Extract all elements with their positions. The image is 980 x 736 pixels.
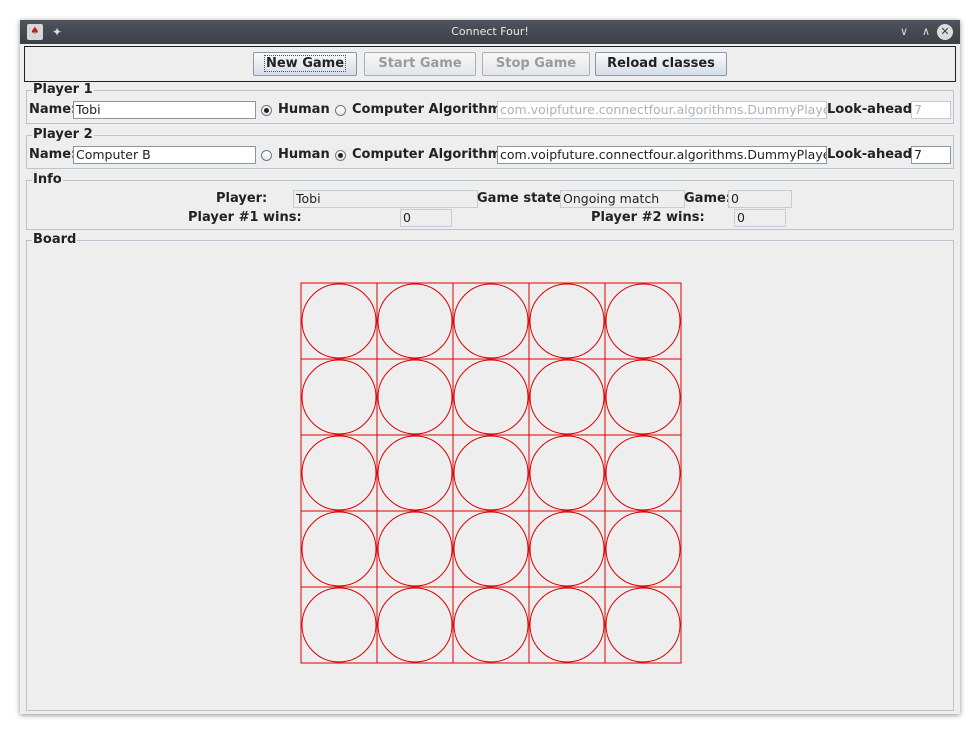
board-slot: [301, 283, 377, 359]
board-slot: [377, 283, 453, 359]
board-slot: [301, 359, 377, 435]
info-panel: Info Player: Tobi Game state: Ongoing ma…: [26, 173, 954, 230]
board-cell[interactable]: [376, 510, 454, 588]
board-cell[interactable]: [376, 358, 454, 436]
player2-lookahead-label: Look-ahead:: [827, 147, 918, 162]
board-slot: [529, 511, 605, 587]
board-slot: [453, 359, 529, 435]
player2-algorithm-input[interactable]: com.voipfuture.connectfour.algorithms.Du…: [497, 146, 827, 164]
board-slot: [301, 587, 377, 663]
info-legend: Info: [32, 172, 63, 187]
info-player-value: Tobi: [293, 190, 478, 208]
board-cell[interactable]: [300, 434, 378, 512]
board-slot: [377, 359, 453, 435]
player1-computer-label[interactable]: Computer Algorithm:: [352, 101, 506, 119]
board-cell[interactable]: [604, 358, 682, 436]
info-player-label: Player:: [216, 191, 268, 206]
board-cell[interactable]: [604, 586, 682, 664]
window-title: Connect Four!: [451, 25, 529, 38]
info-p2-wins-label: Player #2 wins:: [591, 210, 705, 225]
new-game-button[interactable]: New Game: [253, 52, 357, 76]
board-cell[interactable]: [376, 586, 454, 664]
player1-computer-radio[interactable]: [335, 105, 346, 116]
board-cell[interactable]: [452, 510, 530, 588]
board-slot: [529, 587, 605, 663]
board-slot: [301, 511, 377, 587]
board-cell[interactable]: [452, 434, 530, 512]
board-cell[interactable]: [604, 434, 682, 512]
board-slot: [529, 359, 605, 435]
board-cell[interactable]: [300, 282, 378, 360]
player2-name-label: Name:: [29, 147, 77, 162]
board-cell[interactable]: [528, 586, 606, 664]
info-game-state-label: Game state:: [477, 191, 567, 206]
start-game-button[interactable]: Start Game: [364, 52, 476, 76]
player2-computer-radio[interactable]: [335, 150, 346, 161]
board-cell[interactable]: [604, 510, 682, 588]
board-slot: [453, 587, 529, 663]
board-slot: [605, 435, 681, 511]
board-slot: [529, 435, 605, 511]
board-slot: [377, 511, 453, 587]
title-bar: ♠ ✦ Connect Four! ∨ ∧ ✕: [20, 20, 960, 44]
board-cell[interactable]: [528, 510, 606, 588]
player2-legend: Player 2: [32, 127, 94, 142]
board-cell[interactable]: [452, 282, 530, 360]
player1-lookahead-label: Look-ahead:: [827, 102, 918, 117]
board-cell[interactable]: [300, 510, 378, 588]
board-slot: [453, 435, 529, 511]
board-panel: Board: [26, 233, 954, 711]
stop-game-button[interactable]: Stop Game: [482, 52, 590, 76]
player1-algorithm-input[interactable]: com.voipfuture.connectfour.algorithms.Du…: [497, 101, 827, 119]
board-slot: [377, 587, 453, 663]
player1-human-radio[interactable]: [261, 105, 272, 116]
reload-classes-button[interactable]: Reload classes: [595, 52, 727, 76]
board-cell[interactable]: [452, 586, 530, 664]
board-slot: [453, 283, 529, 359]
player2-human-radio[interactable]: [261, 150, 272, 161]
player1-name-label: Name:: [29, 102, 77, 117]
info-game-value: 0: [728, 190, 792, 208]
game-board[interactable]: [300, 282, 682, 664]
maximize-icon[interactable]: ∧: [918, 24, 934, 40]
info-p2-wins-value: 0: [734, 209, 786, 227]
player2-panel: Player 2 Name: Computer B Human Computer…: [26, 128, 954, 169]
board-slot: [605, 587, 681, 663]
player1-name-input[interactable]: Tobi: [73, 101, 256, 119]
board-legend: Board: [32, 232, 78, 247]
player1-lookahead-input[interactable]: 7: [911, 101, 951, 119]
player1-legend: Player 1: [32, 82, 94, 97]
info-game-label: Game:: [684, 191, 732, 206]
board-cell[interactable]: [376, 282, 454, 360]
player2-lookahead-input[interactable]: 7: [911, 146, 951, 164]
board-cell[interactable]: [528, 358, 606, 436]
player1-panel: Player 1 Name: Tobi Human Computer Algor…: [26, 83, 954, 124]
board-slot: [605, 283, 681, 359]
info-p1-wins-label: Player #1 wins:: [188, 210, 302, 225]
board-slot: [301, 435, 377, 511]
player2-human-label[interactable]: Human: [278, 146, 330, 164]
info-p1-wins-value: 0: [400, 209, 452, 227]
board-slot: [453, 511, 529, 587]
board-cell[interactable]: [300, 358, 378, 436]
app-window: ♠ ✦ Connect Four! ∨ ∧ ✕ New Game Start G…: [20, 20, 960, 714]
board-cell[interactable]: [376, 434, 454, 512]
player2-computer-label[interactable]: Computer Algorithm:: [352, 146, 506, 164]
board-slot: [605, 511, 681, 587]
player1-human-label[interactable]: Human: [278, 101, 330, 119]
board-slot: [377, 435, 453, 511]
board-cell[interactable]: [528, 282, 606, 360]
board-cell[interactable]: [452, 358, 530, 436]
minimize-icon[interactable]: ∨: [896, 24, 912, 40]
new-game-label: New Game: [263, 55, 347, 72]
board-cell[interactable]: [604, 282, 682, 360]
player2-name-input[interactable]: Computer B: [73, 146, 256, 164]
board-slot: [605, 359, 681, 435]
close-icon[interactable]: ✕: [937, 24, 953, 40]
board-slot: [529, 283, 605, 359]
board-cell[interactable]: [300, 586, 378, 664]
toolbar: New Game Start Game Stop Game Reload cla…: [24, 46, 956, 82]
info-game-state-value: Ongoing match: [560, 190, 685, 208]
board-cell[interactable]: [528, 434, 606, 512]
